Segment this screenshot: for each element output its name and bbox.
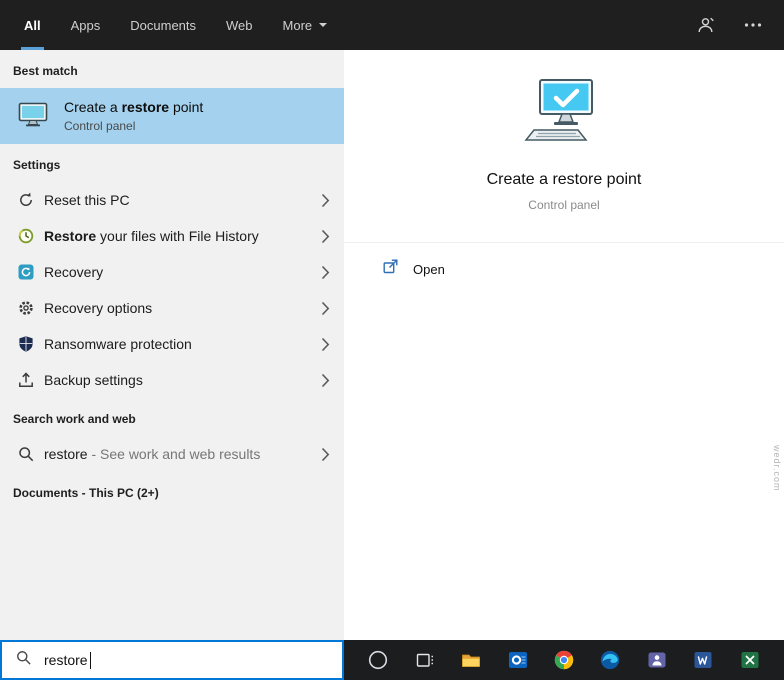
recovery-options-icon xyxy=(17,299,35,317)
cortana-icon[interactable] xyxy=(366,648,390,672)
search-icon xyxy=(17,445,35,463)
tab-documents[interactable]: Documents xyxy=(130,0,196,50)
tab-all[interactable]: All xyxy=(21,0,44,50)
search-work-web-header: Search work and web xyxy=(13,412,136,426)
search-icon xyxy=(15,649,32,671)
best-match-text: Create a restore point Control panel xyxy=(64,99,203,133)
teams-icon[interactable] xyxy=(645,648,669,672)
outlook-icon[interactable] xyxy=(506,648,530,672)
file-explorer-icon[interactable] xyxy=(459,648,483,672)
settings-item-label: Reset this PC xyxy=(44,192,130,208)
tab-web[interactable]: Web xyxy=(226,0,253,50)
chevron-right-icon[interactable] xyxy=(321,265,330,280)
open-icon xyxy=(382,258,399,280)
tab-apps-label: Apps xyxy=(70,17,101,33)
tab-more[interactable]: More xyxy=(283,0,328,50)
restore-point-large-icon xyxy=(522,78,606,149)
documents-header: Documents - This PC (2+) xyxy=(13,486,159,500)
topbar-actions xyxy=(696,15,762,35)
settings-item-label: Ransomware protection xyxy=(44,336,192,352)
search-input[interactable]: restore xyxy=(0,640,344,680)
settings-item-reset-this-pc[interactable]: Reset this PC xyxy=(0,182,344,218)
web-search-label: restore - See work and web results xyxy=(44,446,261,462)
settings-item-label: Recovery options xyxy=(44,300,153,316)
taskbar xyxy=(344,640,784,680)
open-action[interactable]: Open xyxy=(344,243,784,295)
backup-icon xyxy=(17,371,35,389)
settings-item-label: Backup settings xyxy=(44,372,143,388)
watermark: wedr.com xyxy=(772,445,782,492)
shield-icon xyxy=(17,335,35,353)
excel-icon[interactable] xyxy=(738,648,762,672)
account-icon[interactable] xyxy=(696,15,716,35)
settings-item-file-history[interactable]: Restore your files with File History xyxy=(0,218,344,254)
search-input-value: restore xyxy=(44,652,88,668)
chevron-right-icon[interactable] xyxy=(321,337,330,352)
tab-all-label: All xyxy=(24,17,41,33)
preview-subtitle: Control panel xyxy=(528,198,600,212)
best-match-title: Create a restore point xyxy=(64,99,204,115)
settings-item-label: Restore your files with File History xyxy=(44,228,259,244)
recovery-icon xyxy=(17,263,35,281)
result-preview-panel: Create a restore point Control panel Ope… xyxy=(344,50,784,640)
preview-title: Create a restore point xyxy=(486,171,642,188)
tab-web-label: Web xyxy=(226,17,253,33)
settings-item-backup-settings[interactable]: Backup settings xyxy=(0,362,344,398)
word-icon[interactable] xyxy=(691,648,715,672)
chevron-down-icon xyxy=(319,23,328,31)
reset-icon xyxy=(17,191,35,209)
tab-documents-label: Documents xyxy=(130,17,197,33)
restore-point-icon xyxy=(16,97,50,136)
settings-header: Settings xyxy=(13,158,61,172)
chevron-right-icon[interactable] xyxy=(321,373,330,388)
search-results-panel: Best match Create a restore point Contro… xyxy=(0,50,344,640)
best-match-header: Best match xyxy=(13,64,78,78)
text-caret xyxy=(89,651,91,669)
settings-item-recovery-options[interactable]: Recovery options xyxy=(0,290,344,326)
web-search-item[interactable]: restore - See work and web results xyxy=(0,436,344,472)
chevron-right-icon[interactable] xyxy=(321,193,330,208)
search-filter-bar: All Apps Documents Web More xyxy=(0,0,784,50)
windows-search-panel: All Apps Documents Web More Best match C… xyxy=(0,0,784,680)
ellipsis-icon[interactable] xyxy=(744,22,762,28)
chrome-icon[interactable] xyxy=(552,648,576,672)
open-label: Open xyxy=(413,261,445,277)
settings-item-ransomware-protection[interactable]: Ransomware protection xyxy=(0,326,344,362)
chevron-right-icon[interactable] xyxy=(321,447,330,462)
chevron-right-icon[interactable] xyxy=(321,301,330,316)
tab-more-label: More xyxy=(282,17,313,33)
preview-hero: Create a restore point Control panel xyxy=(344,50,784,212)
best-match-result[interactable]: Create a restore point Control panel xyxy=(0,88,344,144)
settings-item-label: Recovery xyxy=(44,264,104,280)
file-history-icon xyxy=(17,227,35,245)
best-match-subtitle: Control panel xyxy=(64,119,136,133)
settings-item-recovery[interactable]: Recovery xyxy=(0,254,344,290)
filter-tabs: All Apps Documents Web More xyxy=(21,0,328,50)
edge-icon[interactable] xyxy=(598,648,622,672)
chevron-right-icon[interactable] xyxy=(321,229,330,244)
tab-apps[interactable]: Apps xyxy=(71,0,101,50)
task-view-icon[interactable] xyxy=(413,648,437,672)
